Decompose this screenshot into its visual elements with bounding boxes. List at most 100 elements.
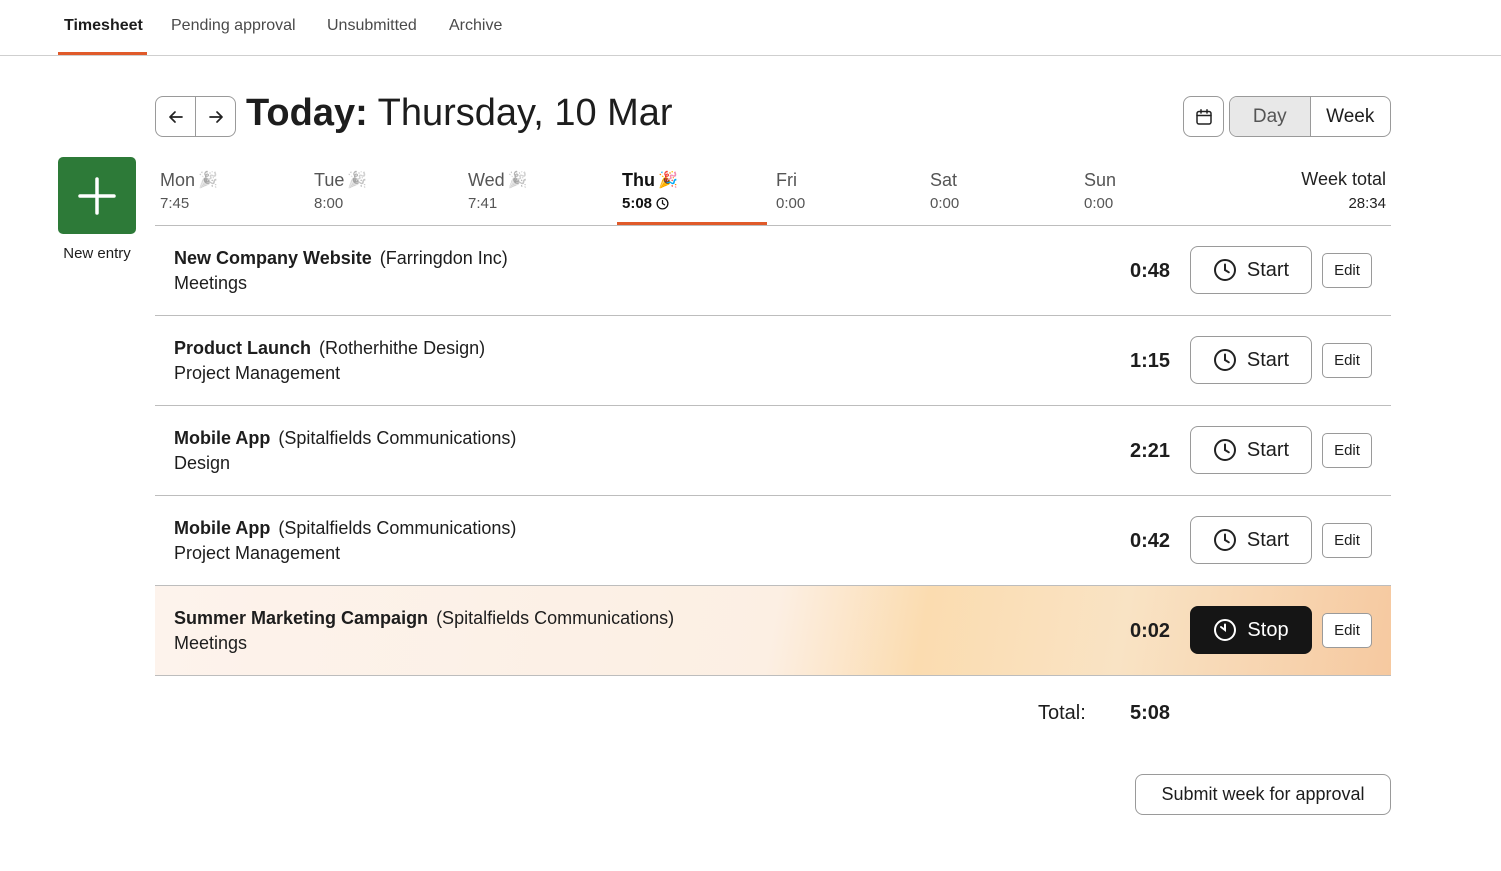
tab-timesheet[interactable]: Timesheet [64, 17, 143, 35]
arrow-right-icon [208, 110, 223, 123]
next-day-button[interactable] [195, 97, 235, 136]
date-navigation [155, 96, 236, 137]
entry-duration: 0:48 [1129, 260, 1170, 282]
calendar-icon [1195, 108, 1212, 125]
clock-icon [1213, 439, 1236, 461]
week-total-value: 28:34 [1348, 195, 1386, 212]
plus-icon [78, 176, 116, 215]
view-toggle: Day Week [1229, 96, 1391, 137]
edit-entry-button[interactable]: Edit [1322, 433, 1372, 468]
time-entries: New Company Website (Farringdon Inc) Meet… [155, 226, 1391, 676]
new-entry-label: New entry [63, 245, 131, 262]
clock-icon [1213, 529, 1236, 551]
current-day-indicator [617, 222, 767, 225]
day-name: Thu [622, 169, 655, 190]
day-sun[interactable]: Sun 0:00 [1084, 169, 1234, 213]
entry-duration: 0:42 [1129, 530, 1170, 552]
active-tab-indicator [58, 52, 147, 55]
submit-week-button[interactable]: Submit week for approval [1135, 774, 1391, 815]
task-name: Design [174, 453, 231, 473]
task-name: Project Management [174, 363, 341, 383]
week-view-button[interactable]: Week [1311, 97, 1391, 136]
running-timer-icon [1214, 619, 1237, 641]
entry-duration: 1:15 [1129, 350, 1170, 372]
day-name: Mon [160, 169, 196, 190]
time-entry-row: Mobile App (Spitalfields Communications) … [155, 496, 1391, 586]
task-name: Project Management [174, 543, 341, 563]
edit-entry-button[interactable]: Edit [1322, 253, 1372, 288]
client-name: (Rotherhithe Design) [319, 338, 486, 358]
running-time-entry-row: Summer Marketing Campaign (Spitalfields C… [155, 586, 1391, 676]
time-entry-row: Mobile App (Spitalfields Communications) … [155, 406, 1391, 496]
day-fri[interactable]: Fri 0:00 [776, 169, 926, 213]
day-name: Sat [930, 169, 958, 190]
project-name: Mobile App [174, 428, 271, 448]
edit-entry-button[interactable]: Edit [1322, 343, 1372, 378]
total-label: Total: [1038, 702, 1086, 724]
start-label: Start [1246, 438, 1290, 461]
task-name: Meetings [174, 633, 248, 653]
time-entry-row: Product Launch (Rotherhithe Design) Proje… [155, 316, 1391, 406]
day-time: 5:08 [622, 195, 653, 212]
day-time: 8:00 [314, 195, 344, 212]
title-prefix: Today: [246, 92, 368, 134]
start-label: Start [1246, 528, 1290, 551]
day-name: Fri [776, 169, 797, 190]
party-icon: 🎉 [507, 172, 528, 189]
new-entry-button[interactable] [58, 157, 136, 234]
day-tue[interactable]: Tue 🎉 8:00 [314, 169, 464, 213]
calendar-button[interactable] [1183, 96, 1224, 137]
entry-duration: 2:21 [1129, 440, 1170, 462]
party-icon: 🎉 [198, 172, 218, 189]
start-timer-button[interactable]: Start [1190, 336, 1312, 384]
edit-entry-button[interactable]: Edit [1322, 613, 1372, 648]
project-name: New Company Website [174, 248, 372, 268]
entry-duration: 0:02 [1129, 620, 1170, 642]
previous-day-button[interactable] [156, 97, 195, 136]
week-total-label: Week total [1301, 169, 1386, 189]
clock-icon [656, 197, 669, 210]
stop-label: Stop [1247, 618, 1289, 641]
task-name: Meetings [174, 273, 248, 293]
day-time: 0:00 [1084, 195, 1114, 212]
party-icon: 🎉 [658, 172, 678, 189]
stop-timer-button[interactable]: Stop [1190, 606, 1312, 654]
time-entry-row: New Company Website (Farringdon Inc) Meet… [155, 226, 1391, 316]
day-wed[interactable]: Wed 🎉 7:41 [468, 169, 618, 213]
total-value: 5:08 [1129, 702, 1170, 724]
clock-icon [1213, 259, 1236, 281]
top-tabs: Timesheet Pending approval Unsubmitted A… [0, 0, 1501, 56]
start-label: Start [1246, 348, 1290, 371]
client-name: (Spitalfields Communications) [436, 608, 675, 628]
day-view-button[interactable]: Day [1230, 97, 1311, 136]
party-icon: 🎉 [347, 172, 368, 189]
start-timer-button[interactable]: Start [1190, 426, 1312, 474]
clock-icon [1213, 349, 1236, 371]
day-name: Sun [1084, 169, 1117, 190]
client-name: (Spitalfields Communications) [278, 428, 517, 448]
client-name: (Spitalfields Communications) [278, 518, 517, 538]
page-title: Today: Thursday, 10 Mar [246, 92, 673, 135]
project-name: Mobile App [174, 518, 271, 538]
start-timer-button[interactable]: Start [1190, 246, 1312, 294]
start-label: Start [1246, 258, 1290, 281]
day-time: 7:41 [468, 195, 498, 212]
arrow-left-icon [168, 110, 183, 123]
day-name: Wed [468, 169, 505, 190]
day-sat[interactable]: Sat 0:00 [930, 169, 1080, 213]
client-name: (Farringdon Inc) [379, 248, 508, 268]
week-total: Week total 28:34 [1301, 169, 1386, 212]
day-mon[interactable]: Mon 🎉 7:45 [160, 169, 310, 213]
tab-archive[interactable]: Archive [449, 17, 502, 35]
edit-entry-button[interactable]: Edit [1322, 523, 1372, 558]
project-name: Summer Marketing Campaign [174, 608, 429, 628]
title-date: Thursday, 10 Mar [377, 92, 673, 134]
day-time: 7:45 [160, 195, 190, 212]
tab-unsubmitted[interactable]: Unsubmitted [327, 17, 417, 35]
day-time: 0:00 [776, 195, 806, 212]
day-name: Tue [314, 169, 345, 190]
tab-pending-approval[interactable]: Pending approval [171, 17, 296, 35]
start-timer-button[interactable]: Start [1190, 516, 1312, 564]
week-days: Mon 🎉 7:45 Tue 🎉 8:00 Wed 🎉 7:41 Thu 🎉 5:08 … [155, 165, 1391, 226]
day-thu[interactable]: Thu 🎉 5:08 [622, 169, 772, 213]
